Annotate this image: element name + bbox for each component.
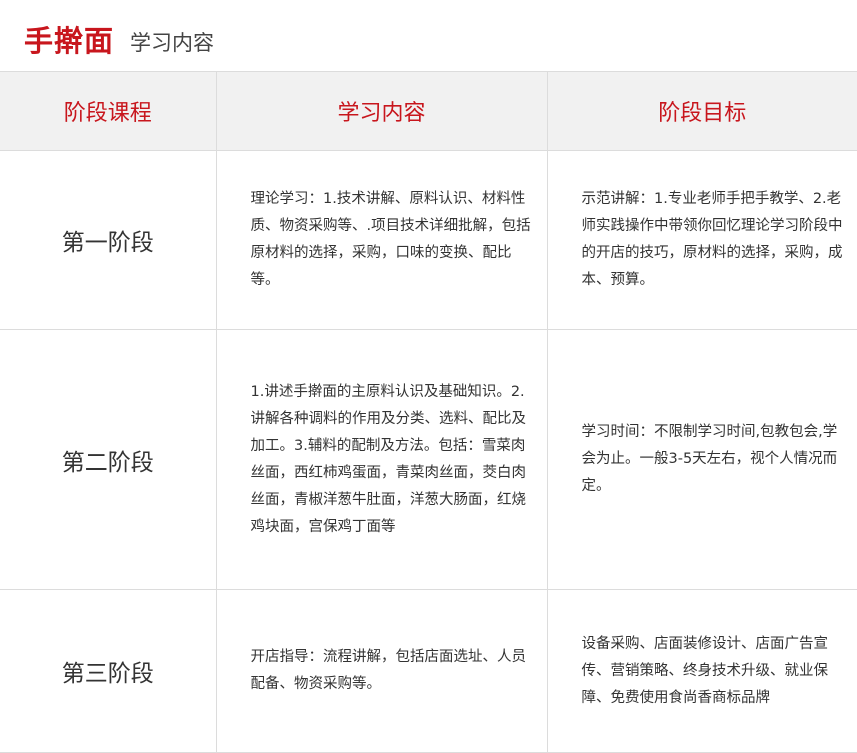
table-header: 阶段课程 学习内容 阶段目标 — [0, 72, 857, 151]
content-text: 开店指导：流程讲解，包括店面选址、人员配备、物资采购等。 — [250, 649, 527, 692]
page-subtitle: 学习内容 — [130, 31, 214, 55]
curriculum-table: 阶段课程 学习内容 阶段目标 第一阶段 理论学习：1.技术讲解、原料认识、材料性… — [0, 72, 857, 753]
goal-cell: 设备采购、店面装修设计、店面广告宣传、营销策略、终身技术升级、就业保障、免费使用… — [547, 589, 857, 753]
stage-cell: 第二阶段 — [0, 329, 217, 590]
goal-text: 学习时间：不限制学习时间,包教包会,学会为止。一般3-5天左右，视个人情况而定。 — [581, 424, 838, 494]
stage-cell: 第三阶段 — [0, 589, 217, 753]
column-header-content: 学习内容 — [216, 72, 548, 151]
page-title: 手擀面 — [24, 24, 115, 58]
content-text: 1.讲述手擀面的主原料认识及基础知识。2.讲解各种调料的作用及分类、选料、配比及… — [250, 383, 527, 535]
goal-text: 示范讲解：1.专业老师手把手教学、2.老师实践操作中带领你回忆理论学习阶段中的开… — [581, 191, 843, 288]
content-cell: 开店指导：流程讲解，包括店面选址、人员配备、物资采购等。 — [216, 589, 548, 753]
table-row: 第三阶段 开店指导：流程讲解，包括店面选址、人员配备、物资采购等。 设备采购、店… — [0, 589, 857, 753]
stage-cell: 第一阶段 — [0, 150, 217, 330]
content-cell: 1.讲述手擀面的主原料认识及基础知识。2.讲解各种调料的作用及分类、选料、配比及… — [216, 329, 548, 590]
goal-cell: 学习时间：不限制学习时间,包教包会,学会为止。一般3-5天左右，视个人情况而定。 — [547, 329, 857, 590]
table-row: 第一阶段 理论学习：1.技术讲解、原料认识、材料性质、物资采购等、.项目技术详细… — [0, 150, 857, 330]
goal-cell: 示范讲解：1.专业老师手把手教学、2.老师实践操作中带领你回忆理论学习阶段中的开… — [547, 150, 857, 330]
column-header-goal: 阶段目标 — [547, 72, 857, 151]
content-cell: 理论学习：1.技术讲解、原料认识、材料性质、物资采购等、.项目技术详细批解，包括… — [216, 150, 548, 330]
goal-text: 设备采购、店面装修设计、店面广告宣传、营销策略、终身技术升级、就业保障、免费使用… — [581, 635, 829, 706]
table-header-row: 阶段课程 学习内容 阶段目标 — [0, 72, 857, 151]
table-row: 第二阶段 1.讲述手擀面的主原料认识及基础知识。2.讲解各种调料的作用及分类、选… — [0, 329, 857, 590]
column-header-stage: 阶段课程 — [0, 72, 217, 151]
page-header: 手擀面 学习内容 — [0, 0, 857, 72]
content-text: 理论学习：1.技术讲解、原料认识、材料性质、物资采购等、.项目技术详细批解，包括… — [250, 191, 531, 288]
